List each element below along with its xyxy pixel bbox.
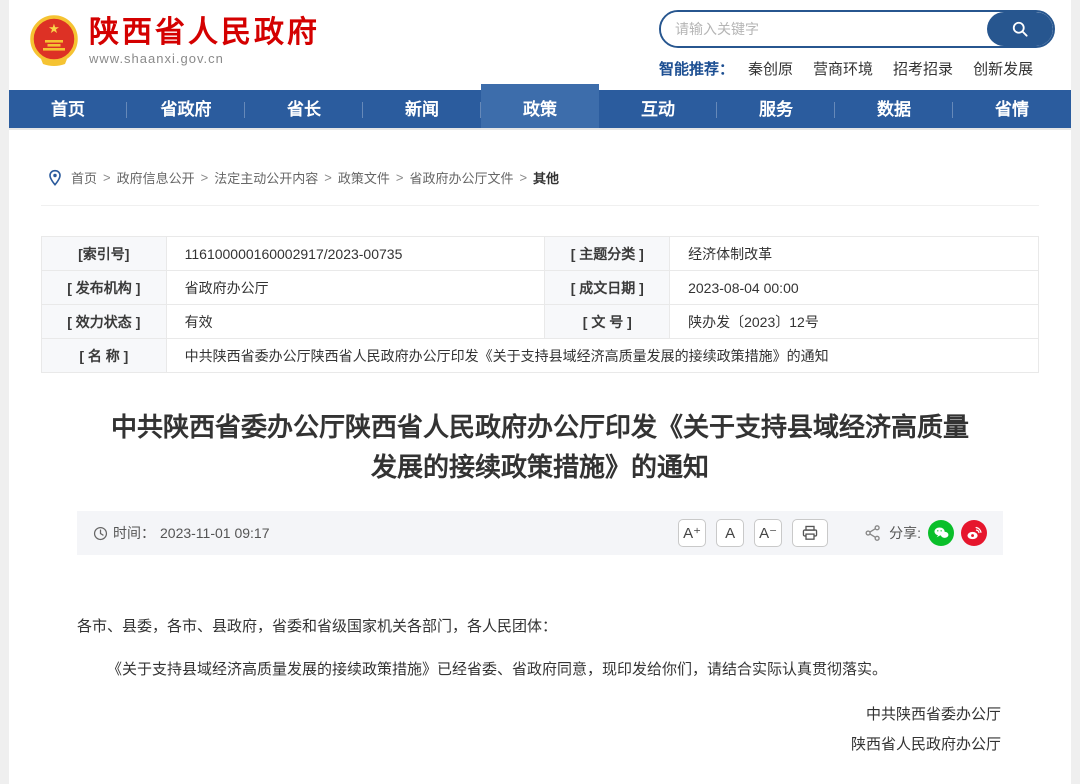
recommend-link-innovation[interactable]: 创新发展 <box>973 58 1033 79</box>
meta-label-index-number: [索引号] <box>42 237 167 271</box>
nav-item-news[interactable]: 新闻 <box>363 90 481 128</box>
breadcrumb-item-statutory-disclosure[interactable]: 法定主动公开内容 <box>214 168 318 187</box>
font-reset-button[interactable]: A <box>716 519 744 547</box>
meta-value-name: 中共陕西省委办公厅陕西省人民政府办公厅印发《关于支持县域经济高质量发展的接续政策… <box>166 339 1038 373</box>
article-tools: A⁺ A A⁻ <box>678 519 987 547</box>
meta-value-validity-status: 有效 <box>166 305 545 339</box>
recommend-link-recruitment[interactable]: 招考招录 <box>893 58 953 79</box>
search-box <box>659 10 1055 48</box>
share-weibo-button[interactable] <box>961 520 987 546</box>
nav-item-interaction[interactable]: 互动 <box>599 90 717 128</box>
clock-icon <box>93 526 108 541</box>
signatures: 中共陕西省委办公厅 陕西省人民政府办公厅 <box>77 700 1003 760</box>
breadcrumb: 首页 > 政府信息公开 > 法定主动公开内容 > 政策文件 > 省政府办公厅文件… <box>41 130 1039 206</box>
table-row: [ 名 称 ] 中共陕西省委办公厅陕西省人民政府办公厅印发《关于支持县域经济高质… <box>42 339 1039 373</box>
share-group: 分享: <box>864 520 987 546</box>
nav-item-provincial-government[interactable]: 省政府 <box>127 90 245 128</box>
breadcrumb-item-policy-documents[interactable]: 政策文件 <box>338 168 390 187</box>
smart-recommend-row: 智能推荐： 秦创原 营商环境 招考招录 创新发展 <box>659 58 1055 79</box>
weibo-icon <box>965 525 983 541</box>
meta-value-date-of-writing: 2023-08-04 00:00 <box>670 271 1039 305</box>
recommend-link-business-environment[interactable]: 营商环境 <box>813 58 873 79</box>
search-area: 智能推荐： 秦创原 营商环境 招考招录 创新发展 <box>659 10 1055 79</box>
time-value: 2023-11-01 09:17 <box>160 525 270 541</box>
search-input[interactable] <box>661 12 987 46</box>
body-paragraph: 《关于支持县域经济高质量发展的接续政策措施》已经省委、省政府同意，现印发给你们，… <box>77 656 1003 685</box>
table-row: [索引号] 116100000160002917/2023-00735 [ 主题… <box>42 237 1039 271</box>
svg-text:★: ★ <box>48 21 60 36</box>
document-meta-table: [索引号] 116100000160002917/2023-00735 [ 主题… <box>41 236 1039 373</box>
meta-label-document-number: [ 文 号 ] <box>545 305 670 339</box>
search-icon <box>1010 19 1030 39</box>
site-logo[interactable]: ★ 陕西省人民政府 www.shaanxi.gov.cn <box>29 14 320 68</box>
content-area: 首页 > 政府信息公开 > 法定主动公开内容 > 政策文件 > 省政府办公厅文件… <box>9 130 1071 784</box>
page-card: ★ 陕西省人民政府 www.shaanxi.gov.cn <box>9 0 1071 784</box>
article-meta-bar: 时间： 2023-11-01 09:17 A⁺ A A⁻ <box>77 511 1003 555</box>
location-pin-icon <box>47 169 63 187</box>
nav-item-province-profile[interactable]: 省情 <box>953 90 1071 128</box>
article: 中共陕西省委办公厅陕西省人民政府办公厅印发《关于支持县域经济高质量发展的接续政策… <box>41 407 1039 760</box>
meta-label-topic-category: [ 主题分类 ] <box>545 237 670 271</box>
publish-time: 时间： 2023-11-01 09:17 <box>93 523 270 543</box>
font-decrease-button[interactable]: A⁻ <box>754 519 782 547</box>
meta-label-name: [ 名 称 ] <box>42 339 167 373</box>
meta-label-validity-status: [ 效力状态 ] <box>42 305 167 339</box>
time-label: 时间： <box>113 523 155 543</box>
recommend-link-qinchuangyuan[interactable]: 秦创原 <box>748 58 793 79</box>
signature-line: 陕西省人民政府办公厅 <box>77 730 1001 760</box>
signature-line: 中共陕西省委办公厅 <box>77 700 1001 730</box>
smart-recommend-label: 智能推荐： <box>659 58 734 79</box>
meta-value-topic-category: 经济体制改革 <box>670 237 1039 271</box>
meta-label-issuing-agency: [ 发布机构 ] <box>42 271 167 305</box>
breadcrumb-item-info-disclosure[interactable]: 政府信息公开 <box>117 168 195 187</box>
meta-value-index-number: 116100000160002917/2023-00735 <box>166 237 545 271</box>
search-button[interactable] <box>987 12 1053 46</box>
nav-item-data[interactable]: 数据 <box>835 90 953 128</box>
breadcrumb-item-general-office-documents[interactable]: 省政府办公厅文件 <box>409 168 513 187</box>
nav-item-policy[interactable]: 政策 <box>481 84 599 128</box>
main-nav: 首页 省政府 省长 新闻 政策 互动 服务 数据 省情 <box>9 90 1071 130</box>
national-emblem-icon: ★ <box>29 14 79 68</box>
document-body: 各市、县委，各市、县政府，省委和省级国家机关各部门，各人民团体： 《关于支持县域… <box>77 613 1003 760</box>
table-row: [ 发布机构 ] 省政府办公厅 [ 成文日期 ] 2023-08-04 00:0… <box>42 271 1039 305</box>
font-increase-button[interactable]: A⁺ <box>678 519 706 547</box>
nav-item-home[interactable]: 首页 <box>9 90 127 128</box>
meta-value-document-number: 陕办发〔2023〕12号 <box>670 305 1039 339</box>
share-wechat-button[interactable] <box>928 520 954 546</box>
breadcrumb-separator: > <box>396 170 404 185</box>
nav-item-governor[interactable]: 省长 <box>245 90 363 128</box>
breadcrumb-separator: > <box>201 170 209 185</box>
table-row: [ 效力状态 ] 有效 [ 文 号 ] 陕办发〔2023〕12号 <box>42 305 1039 339</box>
breadcrumb-separator: > <box>519 170 527 185</box>
breadcrumb-separator: > <box>103 170 111 185</box>
meta-value-issuing-agency: 省政府办公厅 <box>166 271 545 305</box>
share-label: 分享: <box>889 523 921 543</box>
wechat-icon <box>932 525 950 541</box>
site-name: 陕西省人民政府 <box>89 16 320 49</box>
nav-item-services[interactable]: 服务 <box>717 90 835 128</box>
site-url: www.shaanxi.gov.cn <box>89 51 320 66</box>
page-title: 中共陕西省委办公厅陕西省人民政府办公厅印发《关于支持县域经济高质量发展的接续政策… <box>110 407 970 487</box>
meta-label-date-of-writing: [ 成文日期 ] <box>545 271 670 305</box>
print-button[interactable] <box>792 519 828 547</box>
site-header: ★ 陕西省人民政府 www.shaanxi.gov.cn <box>9 0 1071 90</box>
logo-text: 陕西省人民政府 www.shaanxi.gov.cn <box>89 16 320 66</box>
breadcrumb-separator: > <box>324 170 332 185</box>
printer-icon <box>801 525 819 541</box>
share-icon <box>864 524 882 542</box>
breadcrumb-item-other: 其他 <box>533 168 559 187</box>
breadcrumb-item-home[interactable]: 首页 <box>71 168 97 187</box>
salutation-paragraph: 各市、县委，各市、县政府，省委和省级国家机关各部门，各人民团体： <box>77 613 1003 642</box>
